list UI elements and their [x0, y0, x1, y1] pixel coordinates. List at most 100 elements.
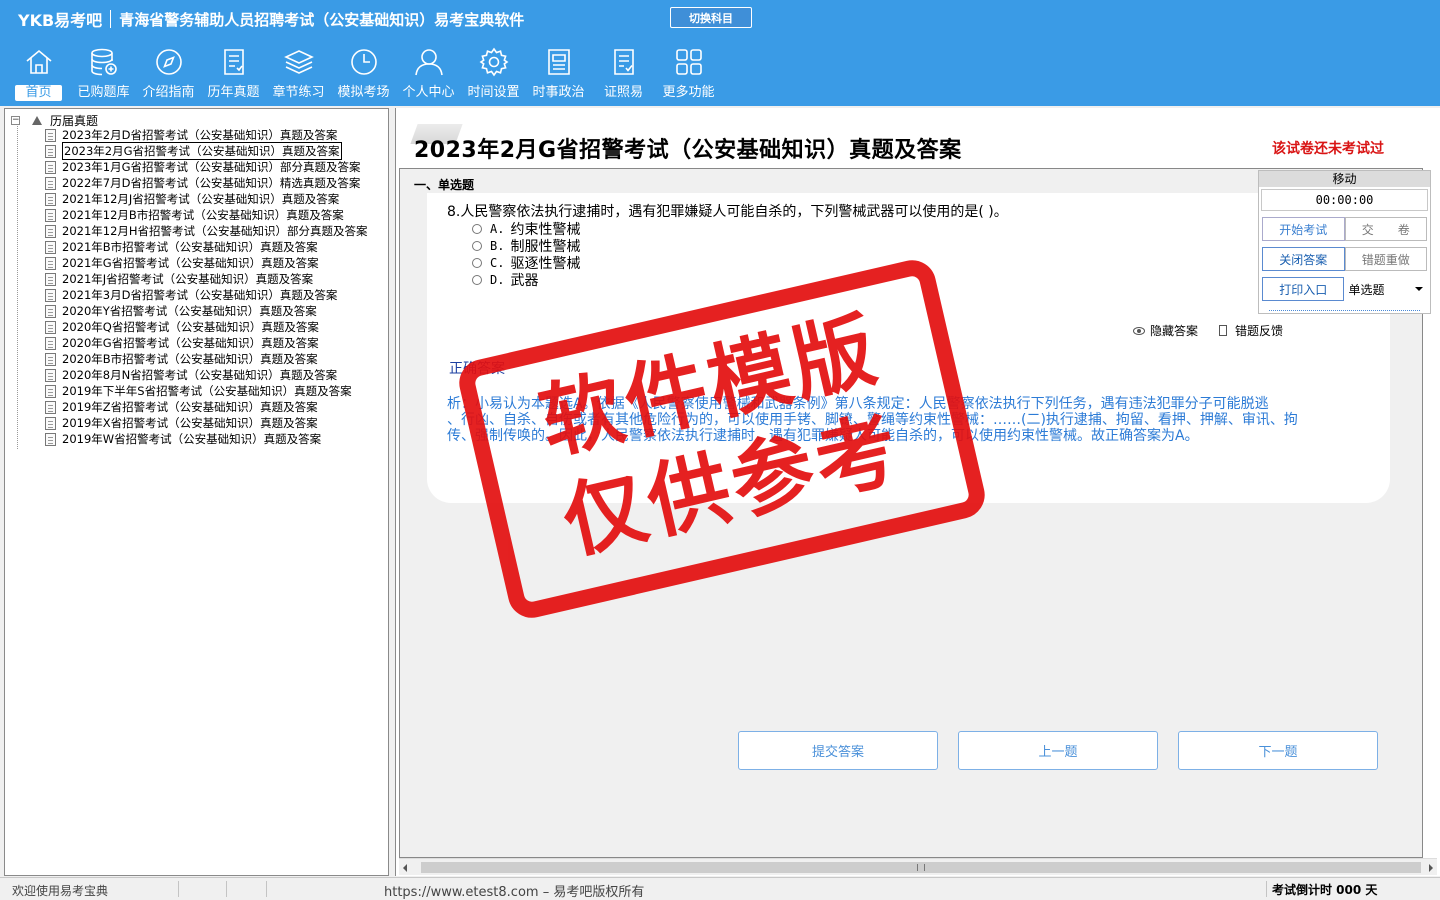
- nav-past-papers[interactable]: 历年真题: [201, 46, 266, 104]
- tree-root-label: 历届真题: [50, 113, 99, 128]
- nav-chapter-practice[interactable]: 章节练习: [266, 46, 331, 104]
- main-nav: 首页 已购题库 介绍指南 历年真题 章节练习 模拟考场 个人中心 时间设置 时事…: [6, 46, 721, 104]
- collapse-icon[interactable]: −: [11, 115, 20, 125]
- nav-purchased-bank[interactable]: 已购题库: [71, 46, 136, 104]
- nav-time-settings[interactable]: 时间设置: [461, 46, 526, 104]
- submit-paper-button[interactable]: 交 卷: [1344, 217, 1427, 241]
- status-separator: [178, 881, 179, 897]
- tree-item[interactable]: 2021年12月B市招警考试（公安基础知识）真题及答案: [45, 207, 368, 223]
- tree-item[interactable]: 2023年1月G省招警考试（公安基础知识）部分真题及答案: [45, 159, 368, 175]
- tree-item-label: 2023年1月G省招警考试（公安基础知识）部分真题及答案: [62, 160, 361, 174]
- nav-label: 已购题库: [77, 85, 130, 100]
- error-feedback-link[interactable]: 错题反馈: [1219, 322, 1283, 339]
- nav-label: 首页: [15, 85, 62, 101]
- nav-label: 时事政治: [532, 85, 585, 100]
- tree-item-selected[interactable]: 2023年2月G省招警考试（公安基础知识）真题及答案: [45, 142, 368, 160]
- nav-label: 证照易: [603, 85, 643, 100]
- radio-button[interactable]: [472, 223, 482, 234]
- exam-timer: 00:00:00: [1261, 189, 1428, 211]
- tree-root[interactable]: − 历届真题: [11, 112, 98, 128]
- nav-mock-exam[interactable]: 模拟考场: [331, 46, 396, 104]
- tree-item-label: 2020年Y省招警考试（公安基础知识）真题及答案: [62, 304, 317, 318]
- tree-item[interactable]: 2021年G省招警考试（公安基础知识）真题及答案: [45, 255, 368, 271]
- scroll-left-icon[interactable]: [403, 864, 407, 872]
- nav-guide[interactable]: 介绍指南: [136, 46, 201, 104]
- tree-item[interactable]: 2022年7月D省招警考试（公安基础知识）精选真题及答案: [45, 175, 368, 191]
- analysis-line: 析：小易认为本题选A。依据《人民警察使用警械和武器条例》第八条规定：人民警察依法…: [447, 396, 1269, 412]
- next-question-button[interactable]: 下一题: [1178, 731, 1378, 770]
- scroll-thumb[interactable]: [421, 862, 1421, 873]
- status-separator: [226, 881, 227, 897]
- tree-item[interactable]: 2019年Z省招警考试（公安基础知识）真题及答案: [45, 399, 368, 415]
- nav-label: 更多功能: [662, 85, 715, 100]
- radio-button[interactable]: [472, 274, 482, 285]
- control-row: 开始考试 交 卷: [1262, 217, 1427, 241]
- radio-button[interactable]: [472, 240, 482, 251]
- option-a[interactable]: A. 约束性警械: [472, 220, 580, 238]
- status-copyright: https://www.etest8.com – 易考吧版权所有: [384, 885, 645, 900]
- option-b[interactable]: B. 制服性警械: [472, 237, 580, 255]
- tree-item[interactable]: 2021年12月H省招警考试（公安基础知识）部分真题及答案: [45, 223, 368, 239]
- close-answer-button[interactable]: 关闭答案: [1262, 247, 1345, 271]
- option-d[interactable]: D. 武器: [472, 271, 580, 289]
- exam-status: 该试卷还未考试过: [1272, 141, 1384, 157]
- tree-item-label: 2021年12月B市招警考试（公安基础知识）真题及答案: [62, 208, 344, 222]
- scroll-right-icon[interactable]: [1429, 864, 1433, 872]
- move-handle[interactable]: 移动: [1259, 171, 1430, 187]
- nav-more-features[interactable]: 更多功能: [656, 46, 721, 104]
- tree-item-label: 2021年B市招警考试（公安基础知识）真题及答案: [62, 240, 318, 254]
- tree-item[interactable]: 2019年X省招警考试（公安基础知识）真题及答案: [45, 415, 368, 431]
- tree-item[interactable]: 2020年8月N省招警考试（公安基础知识）真题及答案: [45, 367, 368, 383]
- nav-certificate[interactable]: 证照易: [591, 46, 656, 104]
- nav-label: 介绍指南: [142, 85, 195, 100]
- paper-tree: − 历届真题 2023年2月D省招警考试（公安基础知识）真题及答案 2023年2…: [4, 108, 389, 876]
- panel-divider: [1269, 309, 1420, 311]
- exam-title: 2023年2月G省招警考试（公安基础知识）真题及答案: [414, 138, 962, 163]
- tree-item[interactable]: 2021年J省招警考试（公安基础知识）真题及答案: [45, 271, 368, 287]
- prev-question-button[interactable]: 上一题: [958, 731, 1158, 770]
- nav-current-affairs[interactable]: 时事政治: [526, 46, 591, 104]
- option-c[interactable]: C. 驱逐性警械: [472, 254, 580, 272]
- document-icon: [45, 208, 56, 222]
- nav-home[interactable]: 首页: [6, 46, 71, 104]
- switch-subject-button[interactable]: 切换科目: [670, 7, 752, 28]
- tree-item[interactable]: 2019年W省招警考试（公安基础知识）真题及答案: [45, 431, 368, 447]
- nav-personal-center[interactable]: 个人中心: [396, 46, 461, 104]
- analysis-line: 传、强制传唤的。因此，人民警察依法执行逮捕时，遇有犯罪嫌疑人可能自杀的，可以使用…: [447, 428, 1199, 444]
- grid-icon: [675, 49, 702, 75]
- tree-item[interactable]: 2020年Q省招警考试（公安基础知识）真题及答案: [45, 319, 368, 335]
- horizontal-scrollbar[interactable]: [399, 858, 1437, 875]
- option-letter: A.: [490, 221, 505, 236]
- print-button[interactable]: 打印入口: [1262, 277, 1345, 301]
- tree-item[interactable]: 2019年下半年S省招警考试（公安基础知识）真题及答案: [45, 383, 368, 399]
- tree-item-label: 2021年3月D省招警考试（公安基础知识）真题及答案: [62, 288, 338, 302]
- nav-label: 个人中心: [402, 85, 455, 100]
- document-list-icon: [223, 49, 244, 75]
- tree-item[interactable]: 2020年Y省招警考试（公安基础知识）真题及答案: [45, 303, 368, 319]
- document-icon: [45, 128, 56, 142]
- feedback-icon: [1219, 325, 1227, 336]
- hide-answer-link[interactable]: 隐藏答案: [1133, 322, 1198, 339]
- compass-icon: [155, 49, 182, 75]
- radio-button[interactable]: [472, 257, 482, 268]
- start-exam-button[interactable]: 开始考试: [1262, 217, 1345, 241]
- redo-wrong-button[interactable]: 错题重做: [1344, 247, 1427, 271]
- tree-item[interactable]: 2021年12月J省招警考试（公安基础知识）真题及答案: [45, 191, 368, 207]
- nav-label: 历年真题: [207, 85, 260, 100]
- tree-item[interactable]: 2021年B市招警考试（公安基础知识）真题及答案: [45, 239, 368, 255]
- top-toolbar: YKB易考吧 青海省警务辅助人员招聘考试（公安基础知识）易考宝典软件 切换科目 …: [0, 0, 1440, 106]
- option-letter: D.: [490, 272, 505, 287]
- status-bar: 欢迎使用易考宝典 https://www.etest8.com – 易考吧版权所…: [0, 877, 1440, 900]
- submit-answer-button[interactable]: 提交答案: [738, 731, 938, 770]
- document-icon: [45, 192, 56, 206]
- exam-countdown: 考试倒计时 000 天: [1272, 883, 1378, 897]
- exam-control-panel: 移动 00:00:00 开始考试 交 卷 关闭答案 错题重做 打印入口 单选题: [1258, 170, 1431, 314]
- question-type-select[interactable]: 单选题: [1344, 277, 1427, 301]
- tree-item[interactable]: 2023年2月D省招警考试（公安基础知识）真题及答案: [45, 127, 368, 143]
- tree-item-label: 2021年12月H省招警考试（公安基础知识）部分真题及答案: [62, 224, 368, 238]
- home-icon: [25, 49, 52, 74]
- tree-item[interactable]: 2021年3月D省招警考试（公安基础知识）真题及答案: [45, 287, 368, 303]
- title-separator: [110, 10, 112, 28]
- tree-item[interactable]: 2020年B市招警考试（公安基础知识）真题及答案: [45, 351, 368, 367]
- tree-item[interactable]: 2020年G省招警考试（公安基础知识）真题及答案: [45, 335, 368, 351]
